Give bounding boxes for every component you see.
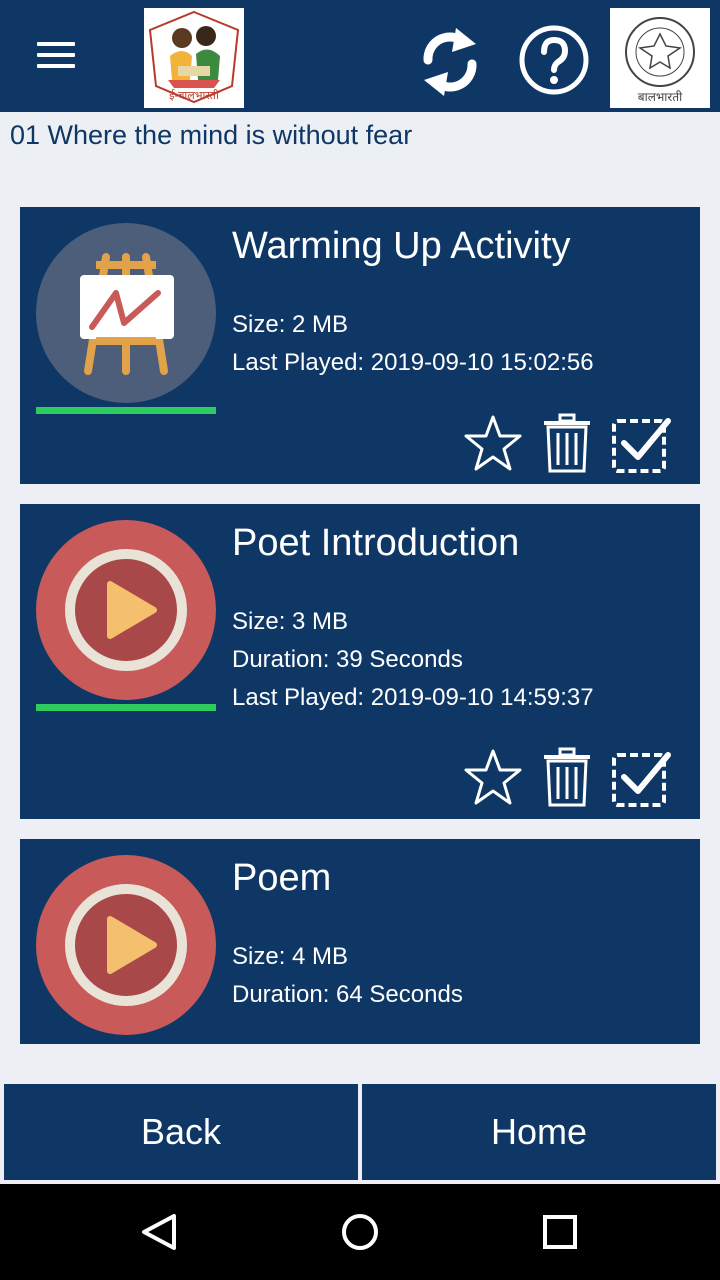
nav-home-icon[interactable] bbox=[340, 1212, 380, 1252]
hamburger-menu-icon[interactable] bbox=[30, 38, 82, 78]
item-last-played: Last Played: 2019-09-10 14:59:37 bbox=[232, 684, 594, 711]
content-item-card[interactable]: Warming Up Activity Size: 2 MB Last Play… bbox=[20, 207, 700, 484]
easel-activity-icon[interactable] bbox=[36, 223, 216, 403]
balbharati-emblem-logo: बालभारती bbox=[610, 8, 710, 108]
item-duration: Duration: 39 Seconds bbox=[232, 646, 463, 673]
play-video-icon[interactable] bbox=[36, 855, 216, 1035]
home-button[interactable]: Home bbox=[362, 1084, 716, 1180]
content-item-card[interactable]: Poet Introduction Size: 3 MB Duration: 3… bbox=[20, 504, 700, 819]
item-size: Size: 2 MB bbox=[232, 311, 349, 338]
system-navigation-bar bbox=[0, 1184, 720, 1280]
star-icon[interactable] bbox=[462, 747, 524, 809]
nav-recents-icon[interactable] bbox=[540, 1212, 580, 1252]
e-balbharati-logo: ई-बालभारती bbox=[144, 8, 244, 108]
trash-icon[interactable] bbox=[536, 413, 598, 475]
item-actions bbox=[462, 747, 672, 809]
item-title: Poem bbox=[232, 857, 332, 899]
chapter-title: 01 Where the mind is without fear bbox=[10, 120, 413, 150]
content-item-card[interactable]: Poem Size: 4 MB Duration: 64 Seconds bbox=[20, 839, 700, 1044]
item-last-played: Last Played: 2019-09-10 15:02:56 bbox=[232, 349, 594, 376]
item-title: Poet Introduction bbox=[232, 522, 520, 564]
item-actions bbox=[462, 413, 672, 475]
progress-bar bbox=[36, 704, 216, 711]
item-size: Size: 4 MB bbox=[232, 943, 349, 970]
right-logo-text: बालभारती bbox=[637, 90, 683, 104]
back-button[interactable]: Back bbox=[4, 1084, 358, 1180]
trash-icon[interactable] bbox=[536, 747, 598, 809]
checkbox-icon[interactable] bbox=[610, 747, 672, 809]
sync-icon[interactable] bbox=[418, 24, 482, 100]
item-duration: Duration: 64 Seconds bbox=[232, 981, 463, 1008]
item-title: Warming Up Activity bbox=[232, 225, 571, 267]
help-icon[interactable] bbox=[518, 24, 590, 96]
nav-back-icon[interactable] bbox=[140, 1212, 180, 1252]
app-bar: ई-बालभारती बालभारती bbox=[0, 0, 720, 112]
item-size: Size: 3 MB bbox=[232, 608, 349, 635]
checkbox-icon[interactable] bbox=[610, 413, 672, 475]
progress-bar bbox=[36, 407, 216, 414]
star-icon[interactable] bbox=[462, 413, 524, 475]
left-logo-text: ई-बालभारती bbox=[169, 90, 219, 102]
play-video-icon[interactable] bbox=[36, 520, 216, 700]
